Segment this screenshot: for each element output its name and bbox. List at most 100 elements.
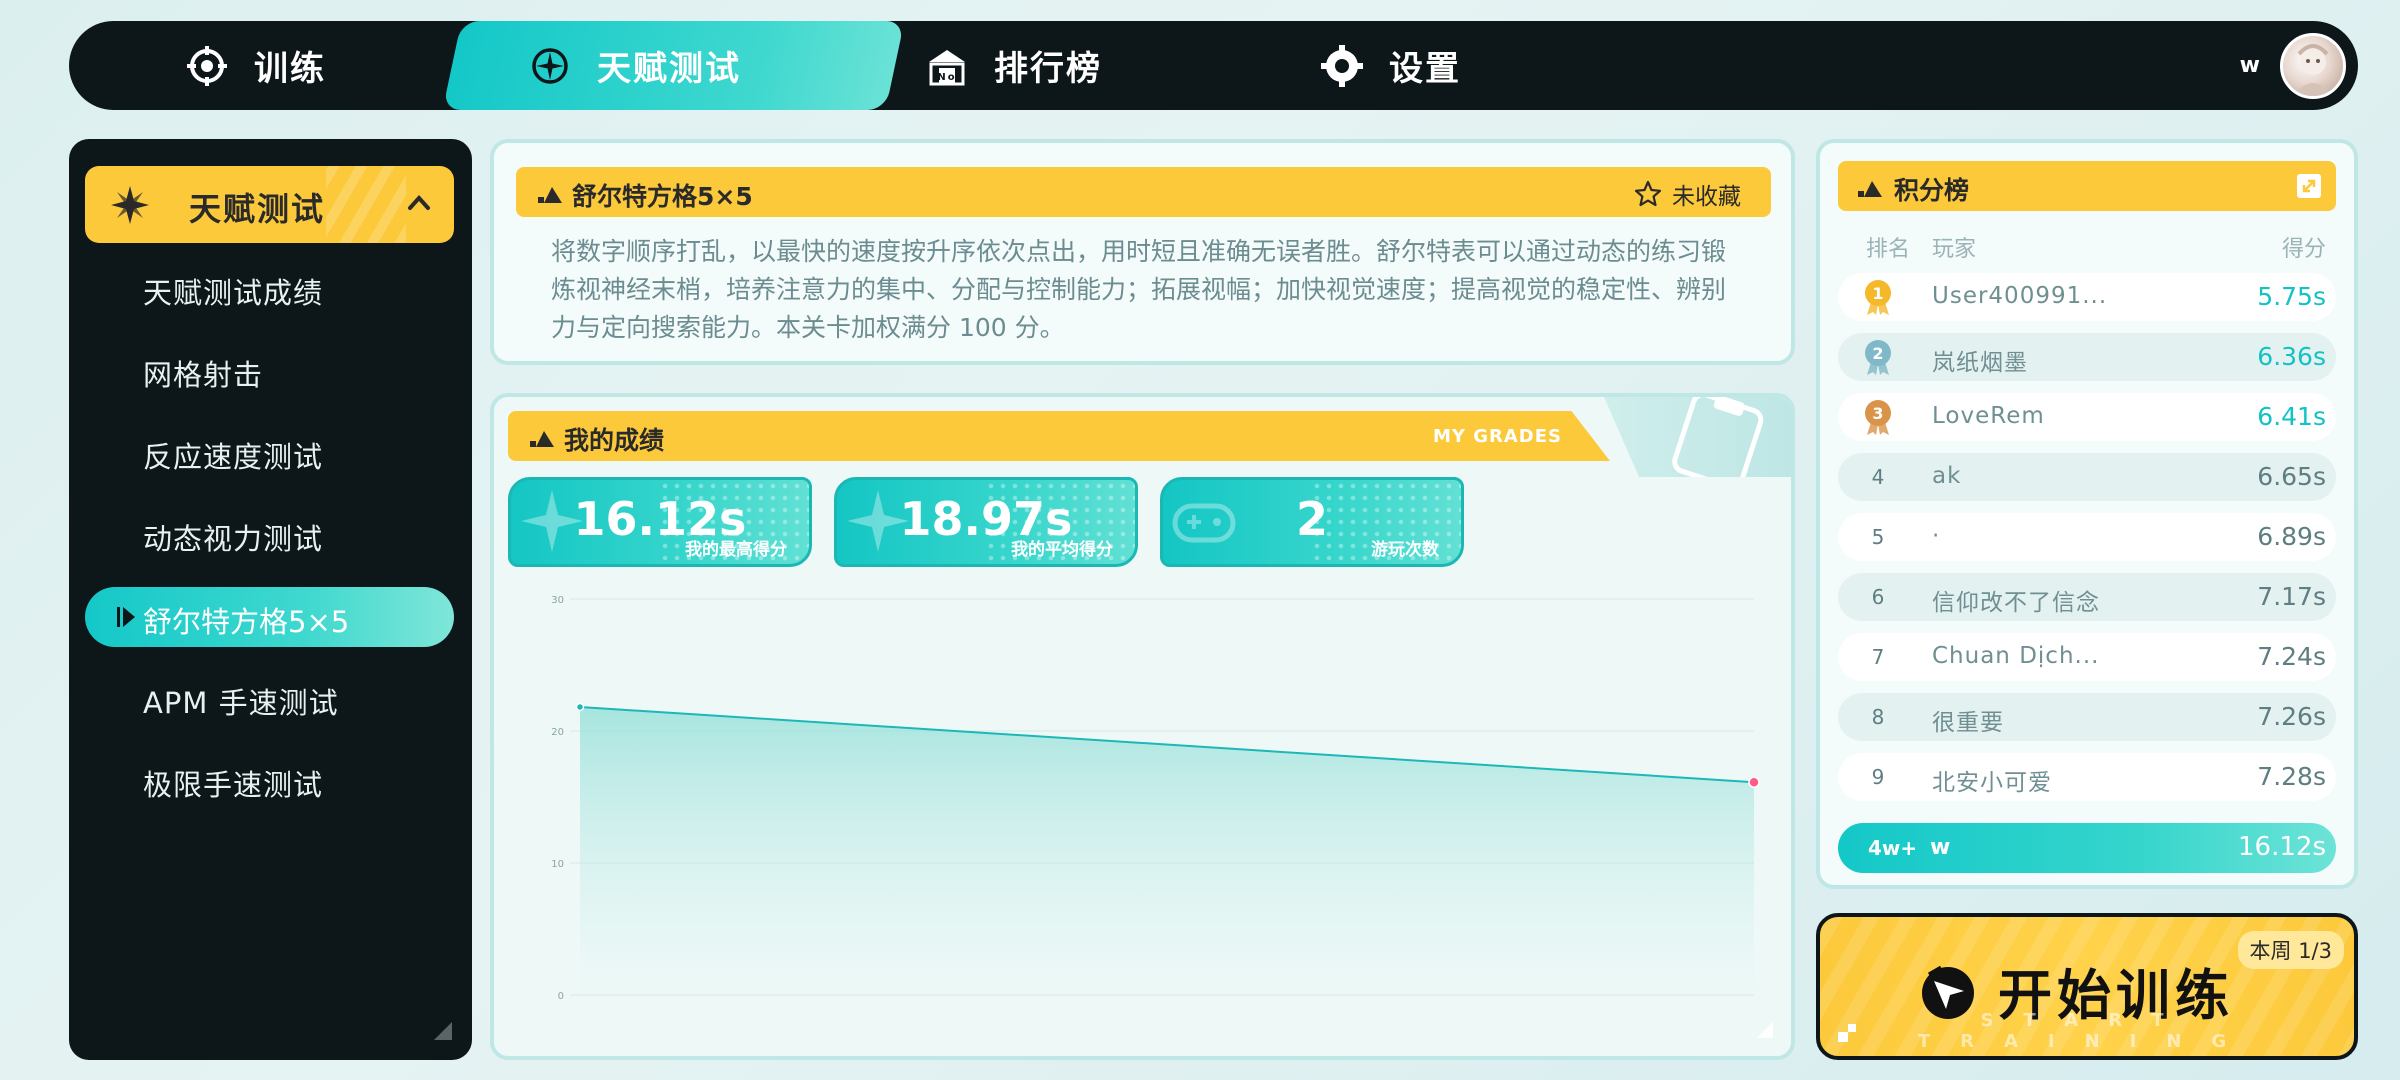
data-point xyxy=(575,702,585,712)
header-player: 玩家 xyxy=(1932,237,1977,262)
best-score-label: 我的最高得分 xyxy=(685,540,787,560)
sidebar-item-dynamic-vision[interactable]: 动态视力测试 xyxy=(143,516,323,558)
player-name: 岚纸烟墨 xyxy=(1932,350,2028,376)
rank-number: 8 xyxy=(1871,705,1885,729)
favorite-label: 未收藏 xyxy=(1672,184,1741,210)
compass-icon xyxy=(527,43,573,89)
clipboard-icon xyxy=(1672,397,1764,477)
star-compass-icon xyxy=(111,186,149,224)
start-training-subtitle: START TRAINING xyxy=(1917,1010,2257,1052)
leaderboard-row[interactable]: 2 岚纸烟墨 6.36s xyxy=(1838,333,2336,381)
player-name: LoveRem xyxy=(1932,403,2045,429)
tab-training[interactable]: 训练 xyxy=(184,21,326,110)
sidebar-item-apm-test[interactable]: APM 手速测试 xyxy=(143,680,339,722)
mountain-icon xyxy=(538,187,562,203)
medal-icon: 1 xyxy=(1858,273,1898,321)
data-point xyxy=(1748,776,1760,788)
sidebar-header-label: 天赋测试 xyxy=(189,190,326,228)
sidebar-item-reaction-test[interactable]: 反应速度测试 xyxy=(143,434,323,476)
my-rank-row[interactable]: 4w+ w 16.12s xyxy=(1838,823,2336,873)
star-outline-icon xyxy=(1634,180,1662,207)
favorite-button[interactable]: 未收藏 xyxy=(1634,177,1741,211)
player-score: 6.65s xyxy=(2257,462,2326,491)
leaderboard-title: 积分榜 xyxy=(1894,176,1970,205)
player-name: ak xyxy=(1932,463,1962,489)
average-score-label: 我的平均得分 xyxy=(1011,540,1113,560)
sidebar-item-schulte-grid[interactable]: 舒尔特方格5×5 xyxy=(85,587,454,647)
header-rank: 排名 xyxy=(1866,237,1911,262)
leaderboard-row[interactable]: 4 ak 6.65s xyxy=(1838,453,2336,501)
leaderboard-title-bar: 积分榜 xyxy=(1838,161,2336,211)
y-tick-label: 0 xyxy=(558,991,564,1002)
my-rank: 4w+ xyxy=(1868,836,1918,860)
top-nav: 训练 天赋测试 No 排行榜 设置 w xyxy=(69,21,2358,110)
header-score: 得分 xyxy=(2281,237,2326,262)
leaderboard-row[interactable]: 9 北安小可爱 7.28s xyxy=(1838,753,2336,801)
leaderboard-row[interactable]: 7 Chuan Dịch... 7.24s xyxy=(1838,633,2336,681)
rank-number: 1 xyxy=(1872,284,1883,303)
leaderboard-row[interactable]: 1 User400991... 5.75s xyxy=(1838,273,2336,321)
grades-title: 我的成绩 xyxy=(564,426,665,455)
player-name: 很重要 xyxy=(1932,710,2004,736)
tab-label: 排行榜 xyxy=(994,49,1102,89)
rank-number: 4 xyxy=(1871,465,1885,489)
player-score: 7.17s xyxy=(2257,582,2326,611)
user-menu[interactable]: w xyxy=(2240,21,2346,110)
tab-talent-test[interactable]: 天赋测试 xyxy=(527,21,741,110)
svg-text:No: No xyxy=(937,72,956,83)
tab-label: 天赋测试 xyxy=(597,49,741,89)
medal-icon: 2 xyxy=(1858,333,1898,381)
test-title-bar: 舒尔特方格5×5 未收藏 xyxy=(516,167,1771,217)
play-count-card: 2 游玩次数 xyxy=(1160,477,1464,567)
leaderboard-row[interactable]: 8 很重要 7.26s xyxy=(1838,693,2336,741)
my-player-name: w xyxy=(1930,835,1951,860)
player-name: User400991... xyxy=(1932,283,2108,309)
start-training-button[interactable]: 本周 1/3 开始训练 START TRAINING xyxy=(1816,913,2358,1060)
leaderboard-row[interactable]: 3 LoveRem 6.41s xyxy=(1838,393,2336,441)
player-name: 北安小可爱 xyxy=(1932,770,2052,796)
rank-number: 2 xyxy=(1872,344,1883,363)
player-score: 6.36s xyxy=(2257,342,2326,371)
rank-number: 5 xyxy=(1871,525,1885,549)
tab-leaderboard[interactable]: No 排行榜 xyxy=(924,21,1102,110)
player-score: 7.28s xyxy=(2257,762,2326,791)
sidebar-item-extreme-speed[interactable]: 极限手速测试 xyxy=(143,762,323,804)
grades-title-bar: 我的成绩 MY GRADES xyxy=(508,411,1610,461)
medal-icon: 3 xyxy=(1858,393,1898,441)
play-icon xyxy=(117,607,135,627)
weekly-count-badge: 本周 1/3 xyxy=(2237,931,2344,969)
player-name: · xyxy=(1932,523,1941,549)
sidebar: 天赋测试 天赋测试成绩 网格射击 反应速度测试 动态视力测试 舒尔特方格5×5 … xyxy=(69,139,472,1060)
avatar[interactable] xyxy=(2280,32,2346,99)
resize-corner-icon xyxy=(1757,1022,1773,1038)
username: w xyxy=(2239,53,2260,78)
expand-icon[interactable] xyxy=(2296,173,2322,199)
player-score: 7.24s xyxy=(2257,642,2326,671)
tab-label: 设置 xyxy=(1389,49,1461,89)
tab-settings[interactable]: 设置 xyxy=(1319,21,1461,110)
play-count-label: 游玩次数 xyxy=(1371,540,1439,560)
average-score-card: 18.97s 我的平均得分 xyxy=(834,477,1138,567)
score-chart-svg: 0 10 20 30 xyxy=(551,595,1760,1002)
y-tick-label: 10 xyxy=(551,859,564,870)
test-description: 将数字顺序打乱，以最快的速度按升序依次点出，用时短且准确无误者胜。舒尔特表可以通… xyxy=(551,237,1727,342)
grades-subtitle: MY GRADES xyxy=(1433,426,1562,447)
player-name: Chuan Dịch... xyxy=(1932,643,2100,669)
podium-icon: No xyxy=(924,43,970,89)
sidebar-item-label: 舒尔特方格5×5 xyxy=(143,605,350,639)
rank-number: 6 xyxy=(1871,585,1885,609)
leaderboard-row[interactable]: 6 信仰改不了信念 7.17s xyxy=(1838,573,2336,621)
tab-label: 训练 xyxy=(254,49,326,89)
leaderboard-panel: 积分榜 排名 玩家 得分 1 User400991... 5.75s 2 岚纸烟墨 6.3… xyxy=(1816,139,2358,889)
rank-number: 9 xyxy=(1871,765,1885,789)
y-tick-label: 20 xyxy=(551,727,564,738)
sidebar-item-grid-shot[interactable]: 网格射击 xyxy=(143,352,263,394)
area-fill xyxy=(580,706,1754,995)
player-name: 信仰改不了信念 xyxy=(1932,590,2100,616)
sidebar-item-talent-results[interactable]: 天赋测试成绩 xyxy=(143,270,323,312)
clipboard-decoration xyxy=(1604,397,1791,477)
leaderboard-row[interactable]: 5 · 6.89s xyxy=(1838,513,2336,561)
sidebar-header[interactable]: 天赋测试 xyxy=(85,166,454,243)
best-score-card: 16.12s 我的最高得分 xyxy=(508,477,812,567)
my-grades-panel: 我的成绩 MY GRADES 16.12s 我的最高得分 18.97s 我的平均… xyxy=(490,393,1795,1060)
